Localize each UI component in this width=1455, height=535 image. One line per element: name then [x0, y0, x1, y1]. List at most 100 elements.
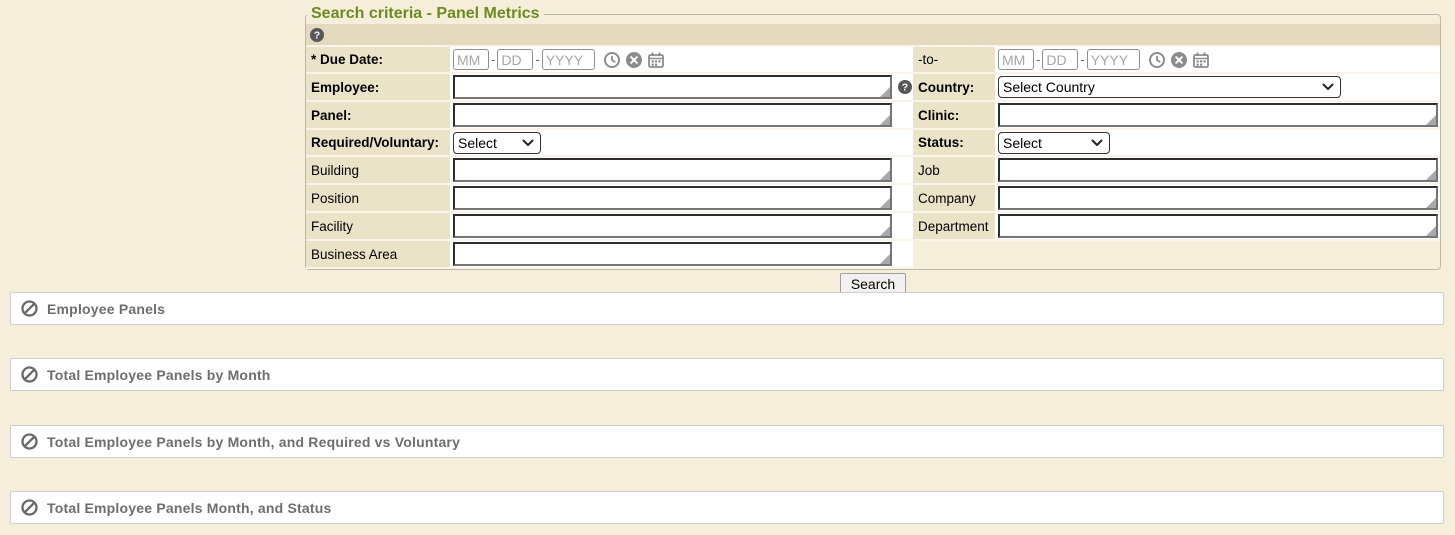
spacer-cell — [897, 47, 913, 74]
department-cell — [995, 213, 1440, 241]
due-date-from-year-input[interactable] — [542, 49, 595, 70]
date-separator: - — [535, 52, 539, 67]
position-input[interactable] — [453, 186, 892, 210]
due-date-from-month-input[interactable] — [453, 49, 489, 70]
job-cell — [995, 157, 1440, 185]
status-select[interactable]: Select — [998, 132, 1110, 154]
spacer-cell — [897, 241, 913, 269]
clear-date-icon[interactable] — [625, 51, 643, 69]
row-business-area: Business Area — [306, 241, 1440, 269]
ban-icon — [21, 433, 38, 450]
resize-grip[interactable] — [1426, 226, 1436, 236]
row-due-date: * Due Date: - - — [306, 47, 1440, 74]
department-input[interactable] — [998, 214, 1438, 238]
resize-grip[interactable] — [880, 254, 890, 264]
clinic-input[interactable] — [998, 103, 1438, 127]
accordion-section-total-by-month[interactable]: Total Employee Panels by Month — [10, 358, 1444, 391]
company-label: Company — [913, 185, 995, 213]
position-label: Position — [306, 185, 450, 213]
accordion-section-total-month-and-status[interactable]: Total Employee Panels Month, and Status — [10, 491, 1444, 524]
due-date-from-day-input[interactable] — [497, 49, 533, 70]
ban-icon — [21, 366, 38, 383]
ban-icon — [21, 499, 38, 516]
due-date-to-year-input[interactable] — [1087, 49, 1140, 70]
employee-help-cell: ? — [897, 74, 913, 102]
accordion-label: Total Employee Panels Month, and Status — [47, 500, 331, 516]
spacer-cell — [897, 185, 913, 213]
required-voluntary-select[interactable]: Select — [453, 132, 541, 154]
position-cell — [450, 185, 897, 213]
clinic-cell — [995, 102, 1440, 130]
ban-icon — [21, 300, 38, 317]
accordion-label: Employee Panels — [47, 301, 165, 317]
required-voluntary-label: Required/Voluntary: — [306, 130, 450, 157]
spacer-cell — [897, 157, 913, 185]
resize-grip[interactable] — [880, 198, 890, 208]
row-reqvol-status: Required/Voluntary: Select Status: — [306, 130, 1440, 157]
facility-cell — [450, 213, 897, 241]
job-input[interactable] — [998, 158, 1438, 182]
accordion-label: Total Employee Panels by Month, and Requ… — [47, 434, 460, 450]
row-position-company: Position Company — [306, 185, 1440, 213]
search-button[interactable]: Search — [840, 273, 906, 294]
employee-cell — [450, 74, 897, 102]
building-cell — [450, 157, 897, 185]
business-area-cell — [450, 241, 897, 269]
panel-input[interactable] — [453, 103, 892, 127]
due-date-to-cell: - - — [995, 47, 1440, 74]
country-cell: Select Country — [995, 74, 1440, 102]
business-area-label: Business Area — [306, 241, 450, 269]
resize-grip[interactable] — [1426, 198, 1436, 208]
spacer-cell — [897, 130, 913, 157]
resize-grip[interactable] — [1426, 115, 1436, 125]
resize-grip[interactable] — [880, 87, 890, 97]
due-date-to-day-input[interactable] — [1042, 49, 1078, 70]
business-area-input[interactable] — [453, 242, 892, 266]
spacer-cell — [897, 102, 913, 130]
resize-grip[interactable] — [880, 115, 890, 125]
clear-date-icon[interactable] — [1170, 51, 1188, 69]
status-label: Status: — [913, 130, 995, 157]
due-date-to-month-input[interactable] — [998, 49, 1034, 70]
row-panel-clinic: Panel: Clinic: — [306, 102, 1440, 130]
row-building-job: Building Job — [306, 157, 1440, 185]
date-separator: - — [491, 52, 495, 67]
empty-cell — [913, 241, 995, 269]
due-date-from-group: - - — [453, 49, 895, 70]
search-criteria-legend: Search criteria - Panel Metrics — [307, 5, 544, 23]
time-icon[interactable] — [1148, 51, 1166, 69]
calendar-icon[interactable] — [647, 51, 665, 69]
accordion-section-total-by-month-required-vs-voluntary[interactable]: Total Employee Panels by Month, and Requ… — [10, 425, 1444, 458]
due-date-label: * Due Date: — [306, 47, 450, 74]
spacer-cell — [897, 213, 913, 241]
search-criteria-fieldset: Search criteria - Panel Metrics ? * Due … — [305, 5, 1441, 270]
to-label: -to- — [913, 47, 995, 74]
resize-grip[interactable] — [880, 226, 890, 236]
search-criteria-table: ? * Due Date: - - — [306, 24, 1440, 269]
company-cell — [995, 185, 1440, 213]
accordion-section-employee-panels[interactable]: Employee Panels — [10, 292, 1444, 325]
department-label: Department — [913, 213, 995, 241]
time-icon[interactable] — [603, 51, 621, 69]
employee-label: Employee: — [306, 74, 450, 102]
accordion-label: Total Employee Panels by Month — [47, 367, 271, 383]
building-input[interactable] — [453, 158, 892, 182]
facility-input[interactable] — [453, 214, 892, 238]
resize-grip[interactable] — [880, 170, 890, 180]
panel-label: Panel: — [306, 102, 450, 130]
empty-cell — [995, 241, 1440, 269]
calendar-icon[interactable] — [1192, 51, 1210, 69]
employee-input[interactable] — [453, 75, 892, 99]
country-select[interactable]: Select Country — [998, 76, 1341, 98]
row-facility-department: Facility Department — [306, 213, 1440, 241]
help-icon[interactable]: ? — [310, 28, 324, 42]
svg-text:?: ? — [314, 29, 320, 41]
due-date-to-icons — [1148, 51, 1210, 69]
help-icon[interactable]: ? — [898, 80, 912, 94]
resize-grip[interactable] — [1426, 170, 1436, 180]
date-separator: - — [1080, 52, 1084, 67]
facility-label: Facility — [306, 213, 450, 241]
search-criteria-panel: Search criteria - Panel Metrics ? * Due … — [305, 5, 1441, 294]
form-header-bar: ? — [306, 24, 1440, 47]
company-input[interactable] — [998, 186, 1438, 210]
